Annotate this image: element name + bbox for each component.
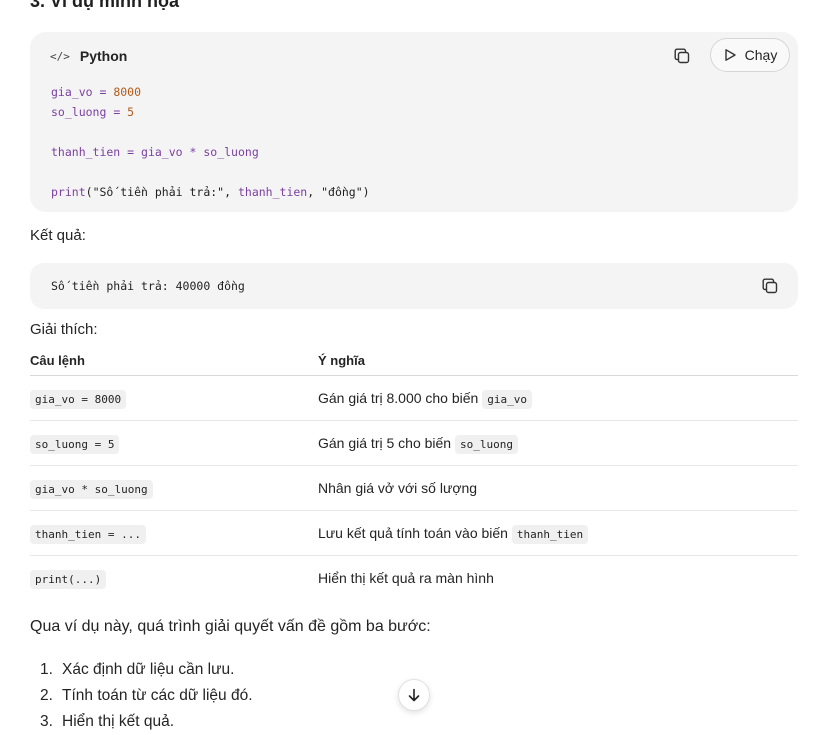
arrow-down-icon [408, 688, 420, 702]
code-line: thanh_tien = gia_vo * so_luong [51, 145, 259, 159]
statement-code: print(...) [30, 570, 107, 589]
meaning-code: gia_vo [482, 390, 532, 409]
list-number: 1. [40, 661, 53, 678]
copy-code-button[interactable] [668, 42, 696, 70]
meaning-text: Gán giá trị 5 cho biến [318, 435, 452, 451]
explain-label: Giải thích: [30, 321, 98, 338]
scroll-to-bottom-button[interactable] [398, 679, 430, 711]
statement-code: thanh_tien = ... [30, 525, 146, 544]
code-language-label: Python [79, 48, 128, 64]
column-header: Câu lệnh [30, 345, 318, 376]
summary-paragraph: Qua ví dụ này, quá trình giải quyết vấn … [30, 618, 431, 635]
explanation-table: Câu lệnh Ý nghĩa gia_vo = 8000 Gán giá t… [30, 345, 798, 600]
statement-code: gia_vo * so_luong [30, 480, 153, 499]
table-row: print(...) Hiển thị kết quả ra màn hình [30, 556, 798, 601]
copy-output-button[interactable] [756, 272, 784, 300]
code-header: </> Python [50, 48, 127, 64]
code-brackets-icon: </> [50, 49, 70, 63]
code-line: gia_vo = 8000 [51, 85, 142, 99]
code-block: </> Python Chạy gia_vo = 8000 so_luong =… [30, 32, 798, 212]
result-label: Kết quả: [30, 227, 86, 244]
list-text: Xác định dữ liệu cần lưu. [62, 661, 235, 678]
meaning-text: Nhân giá vở với số lượng [318, 480, 478, 496]
output-block: Số tiền phải trả: 40000 đồng [30, 263, 798, 309]
run-code-button[interactable]: Chạy [710, 38, 790, 72]
meaning-text: Hiển thị kết quả ra màn hình [318, 570, 494, 586]
statement-code: gia_vo = 8000 [30, 390, 127, 409]
meaning-text: Lưu kết quả tính toán vào biến [318, 525, 508, 541]
section-heading: 3. Ví dụ minh họa [30, 0, 180, 11]
meaning-code: so_luong [454, 435, 518, 454]
copy-icon [674, 48, 690, 64]
list-item: 2. Tính toán từ các dữ liệu đó. [30, 683, 253, 709]
table-header-row: Câu lệnh Ý nghĩa [30, 345, 798, 376]
column-header: Ý nghĩa [318, 345, 798, 376]
meaning-text: Gán giá trị 8.000 cho biến [318, 390, 479, 406]
list-number: 3. [40, 713, 53, 730]
table-row: gia_vo * so_luong Nhân giá vở với số lượ… [30, 465, 798, 511]
table-row: so_luong = 5 Gán giá trị 5 cho biến so_l… [30, 420, 798, 466]
list-number: 2. [40, 687, 53, 704]
code-line: so_luong = 5 [51, 105, 135, 119]
meaning-code: thanh_tien [511, 525, 589, 544]
play-icon [724, 49, 736, 61]
output-text[interactable]: Số tiền phải trả: 40000 đồng [51, 279, 245, 293]
list-item: 3. Hiển thị kết quả. [30, 709, 253, 735]
table-row: thanh_tien = ... Lưu kết quả tính toán v… [30, 510, 798, 556]
code-line: print("Số tiền phải trả:", thanh_tien, "… [51, 185, 370, 199]
steps-list: 1. Xác định dữ liệu cần lưu. 2. Tính toán … [30, 657, 253, 735]
table-row: gia_vo = 8000 Gán giá trị 8.000 cho biến… [30, 375, 798, 421]
copy-icon [762, 278, 778, 294]
code-content[interactable]: gia_vo = 8000 so_luong = 5 thanh_tien = … [51, 82, 370, 202]
run-label: Chạy [744, 47, 778, 63]
list-item: 1. Xác định dữ liệu cần lưu. [30, 657, 253, 683]
list-text: Hiển thị kết quả. [62, 713, 175, 730]
list-text: Tính toán từ các dữ liệu đó. [62, 687, 253, 704]
statement-code: so_luong = 5 [30, 435, 120, 454]
